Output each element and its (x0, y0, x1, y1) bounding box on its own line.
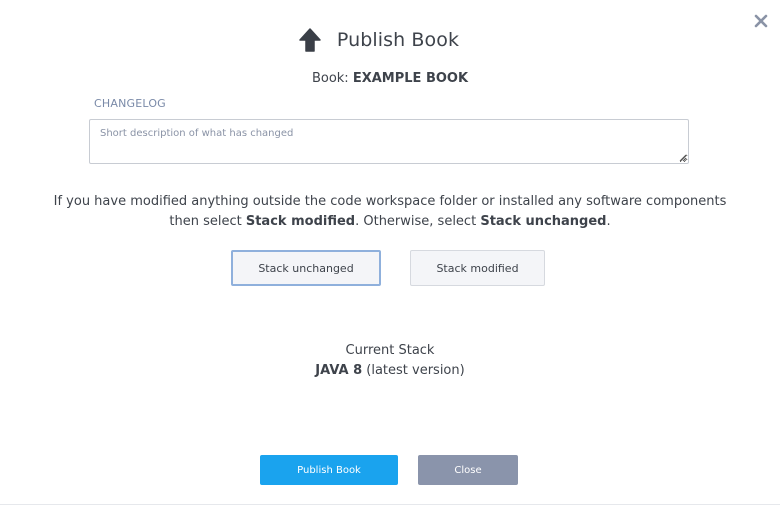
changelog-label: CHANGELOG (94, 97, 166, 110)
dialog-title: Publish Book (336, 29, 460, 51)
current-stack-name: JAVA 8 (315, 363, 363, 378)
current-stack-version: (latest version) (366, 363, 465, 378)
close-button[interactable]: Close (418, 455, 518, 485)
bottom-divider (0, 504, 780, 505)
publish-book-dialog: Publish Book Book: EXAMPLE BOOK CHANGELO… (0, 0, 780, 507)
book-name: EXAMPLE BOOK (352, 71, 469, 86)
current-stack-heading: Current Stack (345, 343, 435, 358)
instructions-otherwise: . Otherwise, select (355, 214, 477, 229)
instructions-then-select: then select (169, 214, 242, 229)
stack-instructions: If you have modified anything outside th… (0, 192, 780, 232)
book-name-line: Book: EXAMPLE BOOK (0, 71, 780, 86)
dialog-header: Publish Book (0, 28, 780, 52)
instructions-period: . (606, 214, 611, 229)
arrow-up-icon (299, 28, 321, 52)
instructions-line-1: If you have modified anything outside th… (53, 194, 727, 209)
instructions-stack-unchanged: Stack unchanged (480, 214, 607, 229)
changelog-input[interactable] (89, 119, 689, 164)
publish-book-button[interactable]: Publish Book (260, 455, 398, 485)
instructions-stack-modified: Stack modified (245, 214, 356, 229)
book-label: Book: (311, 71, 349, 86)
current-stack-info: Current Stack JAVA 8 (latest version) (0, 341, 780, 381)
stack-modified-button[interactable]: Stack modified (410, 250, 545, 286)
stack-unchanged-button[interactable]: Stack unchanged (231, 250, 381, 286)
close-icon[interactable] (754, 13, 768, 29)
